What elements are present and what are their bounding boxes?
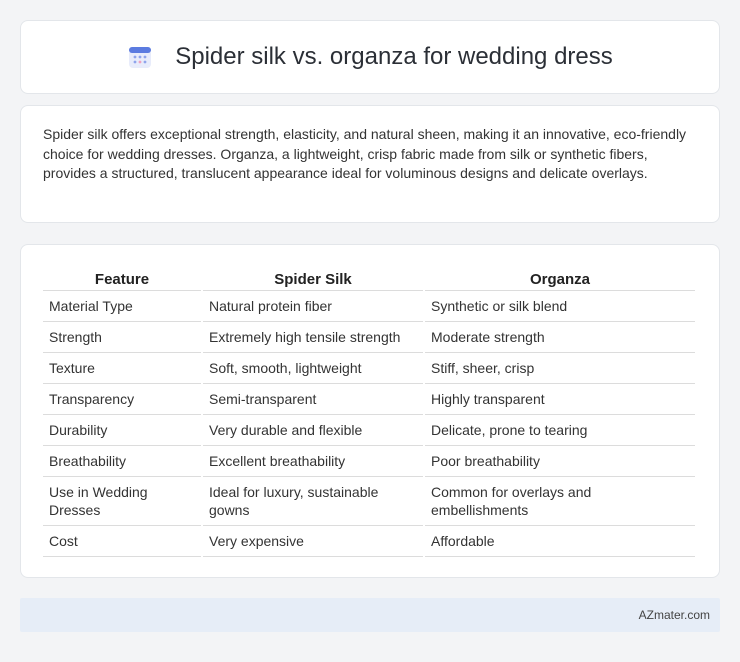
table-cell: Ideal for luxury, sustainable gowns [203,477,423,526]
page-title: Spider silk vs. organza for wedding dres… [175,43,613,70]
table-cell: Excellent breathability [203,446,423,477]
table-cell: Use in Wedding Dresses [43,477,201,526]
table-cell: Breathability [43,446,201,477]
table-cell: Poor breathability [425,446,695,477]
table-cell: Very expensive [203,526,423,557]
comparison-table: Feature Spider Silk Organza Material Typ… [41,265,697,557]
table-row: Breathability Excellent breathability Po… [43,446,695,477]
title-card: Spider silk vs. organza for wedding dres… [20,20,720,94]
table-cell: Extremely high tensile strength [203,322,423,353]
comparison-card: Feature Spider Silk Organza Material Typ… [20,244,720,578]
intro-text: Spider silk offers exceptional strength,… [43,126,687,181]
table-row: Cost Very expensive Affordable [43,526,695,557]
table-cell: Material Type [43,291,201,322]
table-row: Strength Extremely high tensile strength… [43,322,695,353]
table-cell: Moderate strength [425,322,695,353]
column-header-organza: Organza [425,265,695,291]
table-cell: Soft, smooth, lightweight [203,353,423,384]
table-row: Transparency Semi-transparent Highly tra… [43,384,695,415]
table-cell: Natural protein fiber [203,291,423,322]
column-header-spider-silk: Spider Silk [203,265,423,291]
table-cell: Durability [43,415,201,446]
table-header-row: Feature Spider Silk Organza [43,265,695,291]
intro-card: Spider silk offers exceptional strength,… [20,105,720,223]
table-cell: Semi-transparent [203,384,423,415]
table-cell: Cost [43,526,201,557]
table-cell: Delicate, prone to tearing [425,415,695,446]
table-cell: Common for overlays and embellishments [425,477,695,526]
table-row: Material Type Natural protein fiber Synt… [43,291,695,322]
footer: AZmater.com [20,598,720,632]
footer-brand: AZmater.com [638,608,710,622]
table-row: Texture Soft, smooth, lightweight Stiff,… [43,353,695,384]
table-cell: Strength [43,322,201,353]
table-cell: Stiff, sheer, crisp [425,353,695,384]
table-row: Durability Very durable and flexible Del… [43,415,695,446]
table-cell: Texture [43,353,201,384]
table-cell: Very durable and flexible [203,415,423,446]
table-row: Use in Wedding Dresses Ideal for luxury,… [43,477,695,526]
column-header-feature: Feature [43,265,201,291]
calendar-icon [129,47,152,68]
table-cell: Synthetic or silk blend [425,291,695,322]
table-cell: Highly transparent [425,384,695,415]
table-cell: Transparency [43,384,201,415]
table-cell: Affordable [425,526,695,557]
